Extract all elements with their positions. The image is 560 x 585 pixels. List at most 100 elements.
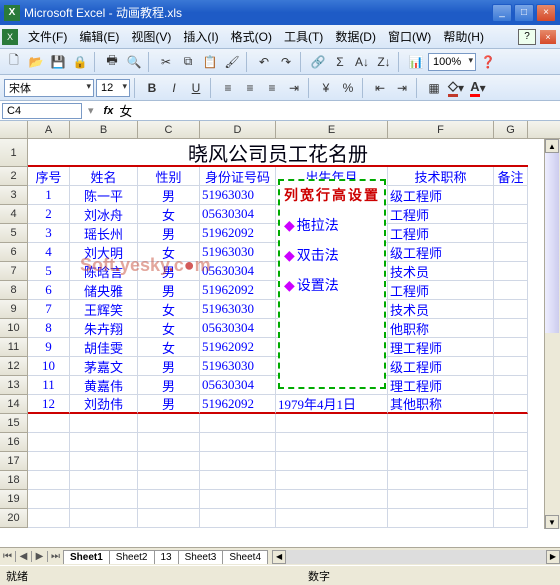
cell[interactable]: 男 — [138, 262, 200, 281]
cell[interactable]: 理工程师 — [388, 376, 494, 395]
cell[interactable]: 瑶长州 — [70, 224, 138, 243]
cell[interactable]: 级工程师 — [388, 357, 494, 376]
cell[interactable] — [494, 357, 528, 376]
scroll-thumb[interactable] — [545, 153, 559, 333]
redo-icon[interactable]: ↷ — [276, 52, 296, 72]
cell[interactable] — [494, 186, 528, 205]
tab-13[interactable]: 13 — [154, 550, 179, 564]
menu-view[interactable]: 视图(V) — [125, 26, 177, 47]
borders-icon[interactable]: ▦ — [424, 78, 444, 98]
cell[interactable] — [494, 224, 528, 243]
open-icon[interactable]: 📂 — [26, 52, 46, 72]
formula-value[interactable]: 女 — [119, 101, 132, 120]
name-box[interactable]: C4 — [2, 103, 82, 119]
fill-color-icon[interactable]: ◇▾ — [446, 78, 466, 98]
cell[interactable]: 51962092 — [200, 395, 276, 414]
row-header[interactable]: 3 — [0, 186, 28, 205]
row-header[interactable]: 5 — [0, 224, 28, 243]
cell[interactable]: 7 — [28, 300, 70, 319]
cell[interactable]: 陈一平 — [70, 186, 138, 205]
cell[interactable] — [494, 205, 528, 224]
cell[interactable]: 3 — [28, 224, 70, 243]
row-header[interactable]: 11 — [0, 338, 28, 357]
sum-icon[interactable]: Σ — [330, 52, 350, 72]
menu-format[interactable]: 格式(O) — [225, 26, 278, 47]
row-header[interactable]: 13 — [0, 376, 28, 395]
scroll-up-icon[interactable]: ▲ — [545, 139, 559, 153]
cell[interactable]: 刘大明 — [70, 243, 138, 262]
help-icon[interactable]: ❓ — [478, 52, 498, 72]
cell[interactable]: 05630304 — [200, 262, 276, 281]
tab-first-icon[interactable]: ⏮ — [0, 551, 16, 562]
row-header[interactable]: 9 — [0, 300, 28, 319]
cell[interactable]: 5 — [28, 262, 70, 281]
help-question-button[interactable]: ? — [518, 29, 536, 45]
align-right-icon[interactable]: ≡ — [262, 78, 282, 98]
hdr-name[interactable]: 姓名 — [70, 167, 138, 186]
cell[interactable]: 男 — [138, 281, 200, 300]
tab-next-icon[interactable]: ▶ — [32, 551, 48, 562]
col-header-c[interactable]: C — [138, 121, 200, 139]
cell[interactable]: 51963030 — [200, 357, 276, 376]
cell[interactable]: 工程师 — [388, 224, 494, 243]
col-header-e[interactable]: E — [276, 121, 388, 139]
merge-center-icon[interactable]: ⇥ — [284, 78, 304, 98]
italic-icon[interactable]: I — [164, 78, 184, 98]
cell[interactable] — [494, 319, 528, 338]
cell[interactable]: 51963030 — [200, 243, 276, 262]
currency-icon[interactable]: ¥ — [316, 78, 336, 98]
sheet-title[interactable]: 晓风公司员工花名册 — [28, 139, 528, 167]
cell[interactable]: 陈晗言 — [70, 262, 138, 281]
cell[interactable]: 理工程师 — [388, 338, 494, 357]
hdr-sex[interactable]: 性别 — [138, 167, 200, 186]
fx-icon[interactable]: fx — [104, 105, 114, 117]
cell[interactable] — [494, 262, 528, 281]
cell[interactable]: 6 — [28, 281, 70, 300]
format-painter-icon[interactable]: 🖌 — [222, 52, 242, 72]
maximize-button[interactable]: □ — [514, 4, 534, 22]
sort-asc-icon[interactable]: A↓ — [352, 52, 372, 72]
percent-icon[interactable]: % — [338, 78, 358, 98]
cell[interactable]: 刘劲伟 — [70, 395, 138, 414]
cell[interactable]: 1 — [28, 186, 70, 205]
row-header[interactable]: 20 — [0, 509, 28, 528]
hdr-id[interactable]: 身份证号码 — [200, 167, 276, 186]
cell[interactable] — [494, 338, 528, 357]
vertical-scrollbar[interactable]: ▲ ▼ — [544, 139, 560, 529]
cell[interactable]: 8 — [28, 319, 70, 338]
save-icon[interactable]: 💾 — [48, 52, 68, 72]
inner-close-button[interactable]: × — [540, 30, 556, 44]
cell[interactable]: 女 — [138, 243, 200, 262]
col-header-a[interactable]: A — [28, 121, 70, 139]
scroll-right-icon[interactable]: ▶ — [546, 550, 560, 564]
tab-sheet1[interactable]: Sheet1 — [63, 550, 110, 564]
cell[interactable]: 05630304 — [200, 319, 276, 338]
permission-icon[interactable]: 🔒 — [70, 52, 90, 72]
hdr-seq[interactable]: 序号 — [28, 167, 70, 186]
align-left-icon[interactable]: ≡ — [218, 78, 238, 98]
menu-tools[interactable]: 工具(T) — [278, 26, 329, 47]
tab-prev-icon[interactable]: ◀ — [16, 551, 32, 562]
menu-file[interactable]: 文件(F) — [22, 26, 73, 47]
menu-edit[interactable]: 编辑(E) — [73, 26, 125, 47]
cell[interactable]: 他职称 — [388, 319, 494, 338]
cell[interactable]: 级工程师 — [388, 243, 494, 262]
indent-inc-icon[interactable]: ⇥ — [392, 78, 412, 98]
cell[interactable]: 2 — [28, 205, 70, 224]
menu-window[interactable]: 窗口(W) — [382, 26, 437, 47]
row-header[interactable]: 12 — [0, 357, 28, 376]
minimize-button[interactable]: _ — [492, 4, 512, 22]
cell[interactable]: 茅嘉文 — [70, 357, 138, 376]
cell[interactable]: 51962092 — [200, 224, 276, 243]
chart-icon[interactable]: 📊 — [406, 52, 426, 72]
worksheet-grid[interactable]: A B C D E F G 1 晓风公司员工花名册 2 序号 姓名 性别 身份证… — [0, 121, 560, 547]
row-header[interactable]: 14 — [0, 395, 28, 414]
scroll-left-icon[interactable]: ◀ — [272, 550, 286, 564]
row-header[interactable]: 17 — [0, 452, 28, 471]
sort-desc-icon[interactable]: Z↓ — [374, 52, 394, 72]
fontsize-combo[interactable]: 12 — [96, 79, 130, 97]
cell[interactable]: 1979年4月1日 — [276, 395, 388, 414]
cell[interactable]: 朱卉翔 — [70, 319, 138, 338]
cell[interactable]: 51962092 — [200, 281, 276, 300]
cut-icon[interactable]: ✂ — [156, 52, 176, 72]
